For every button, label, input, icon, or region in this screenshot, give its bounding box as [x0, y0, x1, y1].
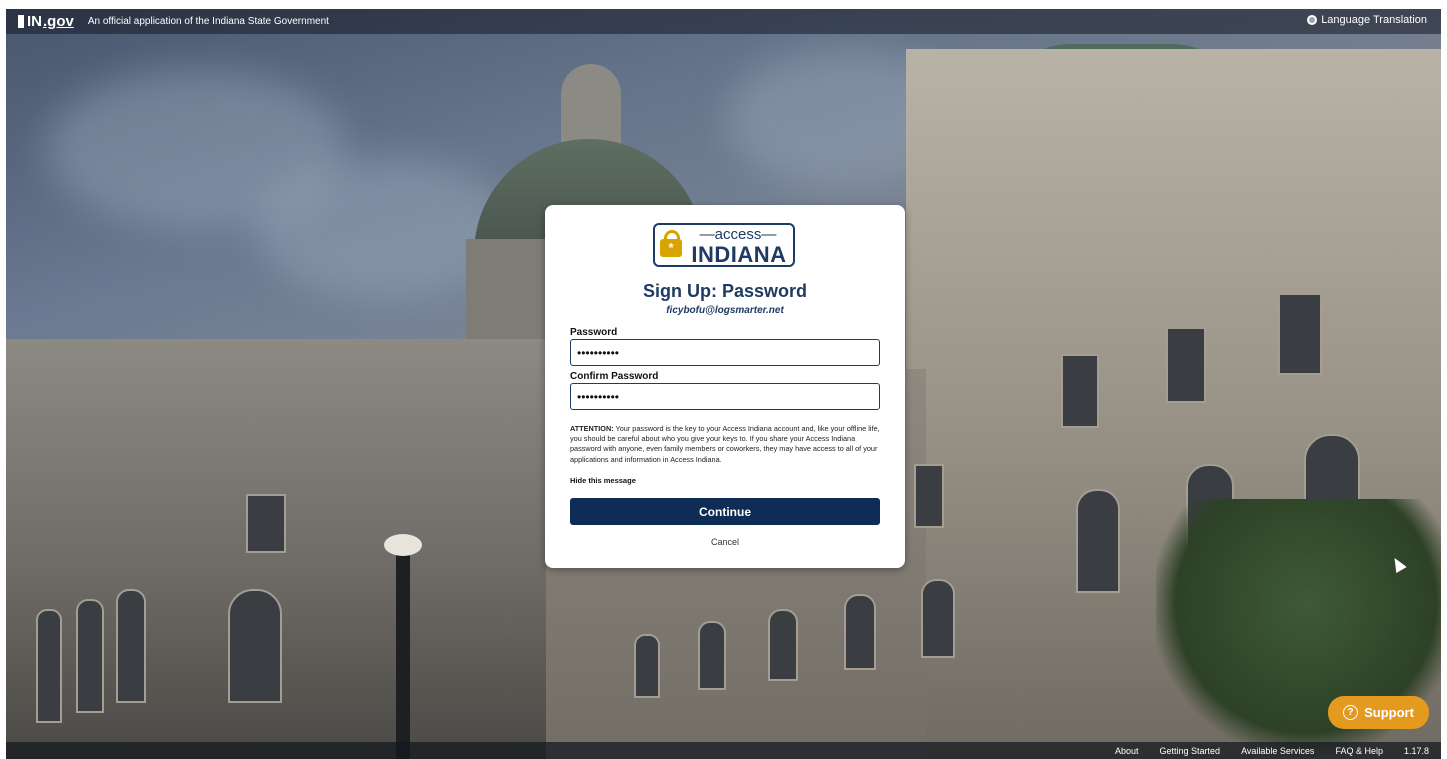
background-window — [1076, 489, 1120, 593]
lock-icon: * — [660, 230, 682, 257]
cancel-link[interactable]: Cancel — [545, 537, 905, 547]
background-window — [116, 589, 146, 703]
password-label: Password — [570, 327, 618, 338]
brand-indiana-text: INDIANA — [691, 242, 787, 267]
footer-about-link[interactable]: About — [1115, 746, 1139, 756]
continue-button[interactable]: Continue — [570, 498, 880, 525]
language-translation-label: Language Translation — [1321, 14, 1427, 26]
background-window — [634, 634, 660, 698]
background-window — [698, 621, 726, 690]
brand-access-text: —access— — [699, 226, 777, 243]
support-label: Support — [1364, 705, 1414, 720]
signup-password-card: * —access— INDIANA Sign Up: Password fic… — [545, 205, 905, 568]
background-window — [921, 579, 955, 658]
background-lamp-globe — [384, 534, 422, 556]
globe-icon — [1307, 15, 1318, 25]
footer-bar: About Getting Started Available Services… — [6, 742, 1441, 759]
background-lamp-post — [396, 539, 410, 759]
background-window — [768, 609, 798, 681]
background-window — [1061, 354, 1099, 428]
background-window — [844, 594, 876, 670]
page-title: Sign Up: Password — [642, 281, 808, 301]
footer-getting-started-link[interactable]: Getting Started — [1160, 746, 1221, 756]
top-bar: IN .gov An official application of the In… — [6, 9, 1441, 34]
ingov-logo-mark — [18, 15, 24, 28]
support-button[interactable]: ? Support — [1328, 696, 1429, 729]
ingov-logo[interactable]: IN .gov — [18, 13, 74, 30]
footer-available-services-link[interactable]: Available Services — [1241, 746, 1314, 756]
password-field[interactable] — [570, 339, 880, 366]
official-app-text: An official application of the Indiana S… — [87, 16, 329, 27]
attention-prefix: ATTENTION: — [570, 424, 614, 433]
password-attention-message: ATTENTION: Your password is the key to y… — [570, 424, 882, 465]
background-dome-lantern — [561, 64, 621, 149]
confirm-password-field[interactable] — [570, 383, 880, 410]
background-window — [228, 589, 282, 703]
ingov-logo-text: IN — [27, 13, 42, 30]
account-email: ficybofu@logsmarter.net — [666, 305, 784, 316]
background-window — [76, 599, 104, 713]
background-window — [36, 609, 62, 723]
background-window — [914, 464, 944, 528]
background-window — [1166, 327, 1206, 403]
background-window — [1278, 293, 1322, 375]
footer-faq-link[interactable]: FAQ & Help — [1335, 746, 1383, 756]
question-icon: ? — [1343, 705, 1359, 720]
hide-message-link[interactable]: Hide this message — [570, 476, 636, 485]
background-window — [246, 494, 286, 553]
ingov-logo-gov: .gov — [43, 13, 74, 30]
attention-text: Your password is the key to your Access … — [570, 424, 880, 464]
footer-version: 1.17.8 — [1403, 745, 1429, 756]
confirm-password-label: Confirm Password — [570, 371, 659, 382]
access-indiana-logo: * —access— INDIANA — [653, 223, 795, 267]
language-translation-link[interactable]: Language Translation — [1307, 14, 1427, 26]
